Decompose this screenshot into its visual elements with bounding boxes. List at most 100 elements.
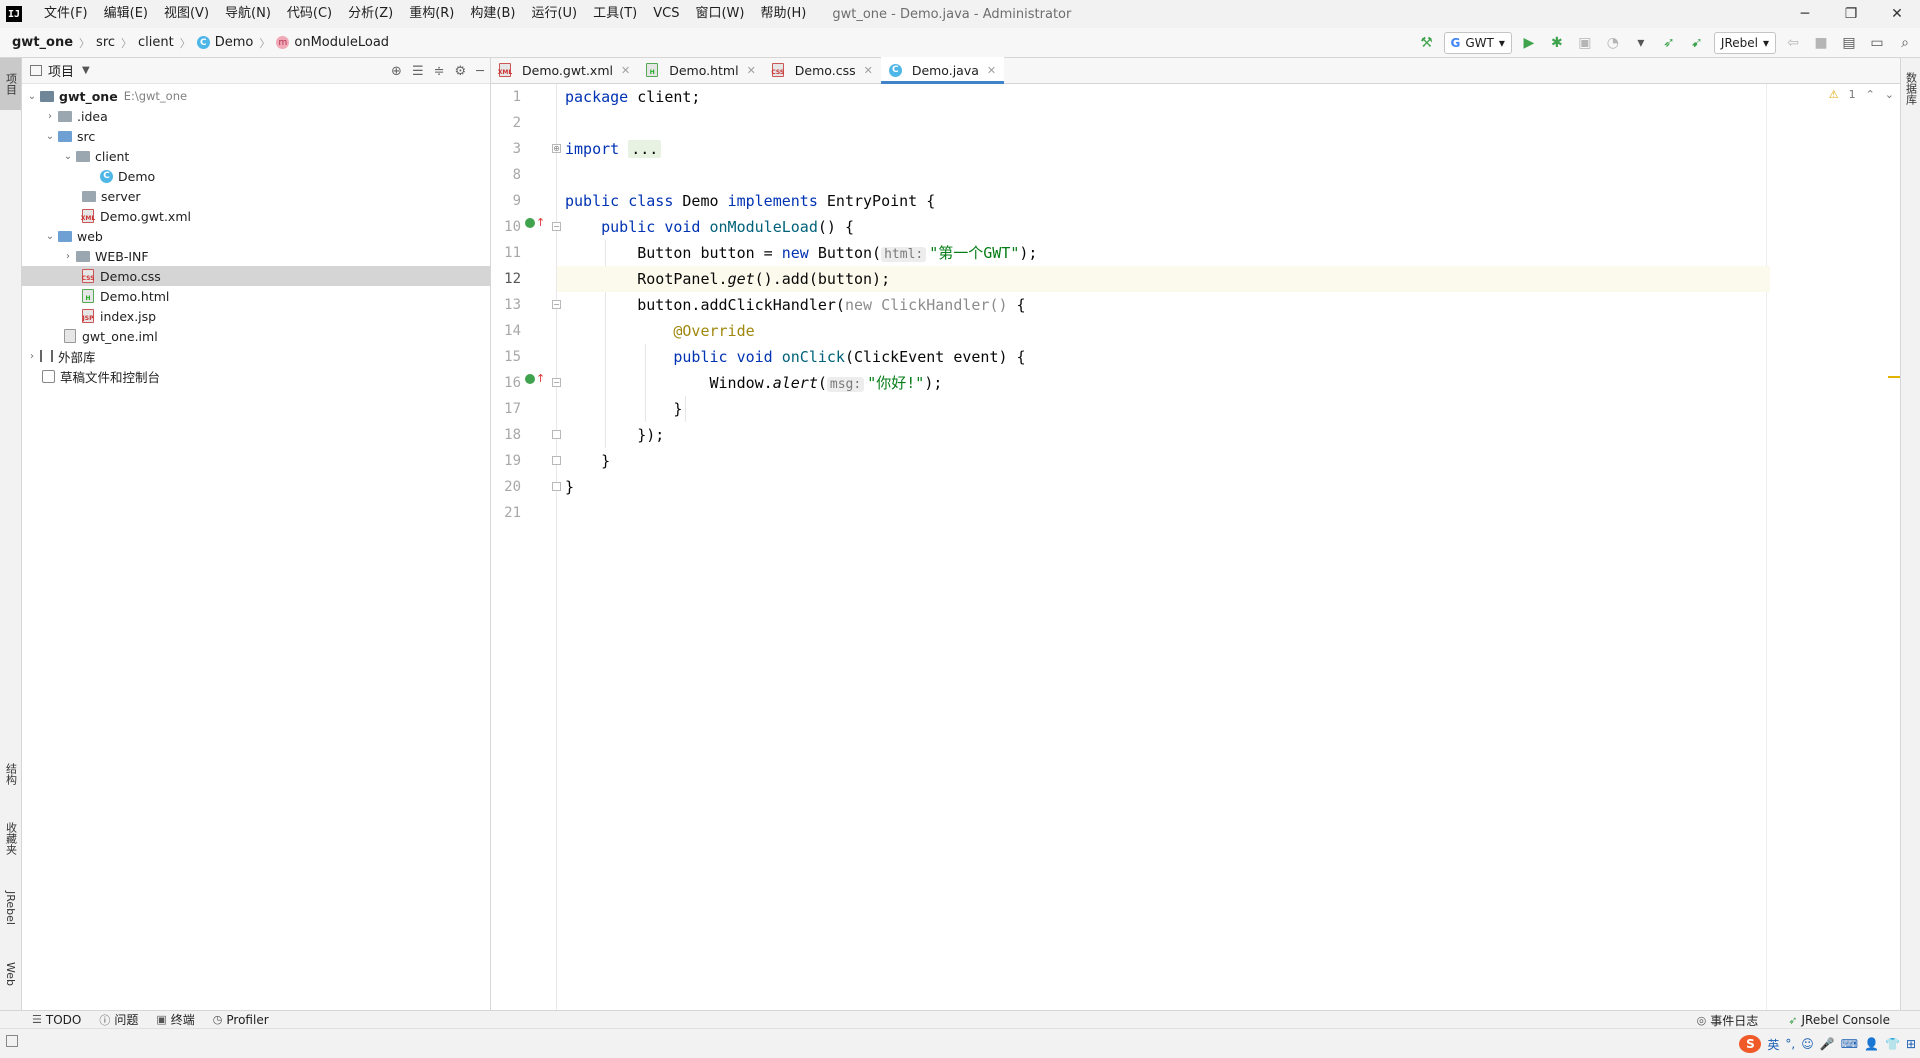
problems-tab[interactable]: ⓘ 问题: [99, 1011, 138, 1028]
breadcrumb-class[interactable]: C Demo: [196, 35, 253, 50]
override-arrow-icon[interactable]: ↑: [536, 217, 545, 229]
implements-marker-icon[interactable]: [525, 374, 535, 384]
event-log-tab[interactable]: ◎ 事件日志: [1697, 1012, 1759, 1029]
tree-item-demo-gwt-xml[interactable]: XML Demo.gwt.xml: [22, 206, 490, 226]
menu-code[interactable]: 代码(C): [279, 0, 340, 28]
close-icon[interactable]: ✕: [747, 64, 756, 77]
menu-help[interactable]: 帮助(H): [752, 0, 814, 28]
chevron-down-icon[interactable]: ▼: [82, 65, 90, 76]
search-icon[interactable]: ⌕: [1894, 32, 1916, 54]
ime-language[interactable]: 英: [1767, 1036, 1779, 1053]
menu-file[interactable]: 文件(F): [36, 0, 96, 28]
code-area[interactable]: package client; import ... public class …: [557, 84, 1770, 1010]
sogou-ime-icon[interactable]: S: [1739, 1035, 1762, 1053]
project-structure-icon[interactable]: ▤: [1838, 32, 1860, 54]
breadcrumb-method[interactable]: m onModuleLoad: [276, 35, 389, 50]
menu-edit[interactable]: 编辑(E): [96, 0, 156, 28]
inspection-widget[interactable]: ⚠ 1 ⌃ ⌄: [1829, 88, 1894, 101]
tab-demo-java[interactable]: C Demo.java ✕: [880, 57, 1005, 84]
expand-all-icon[interactable]: ☰: [412, 64, 424, 79]
tree-item-idea[interactable]: › .idea: [22, 106, 490, 126]
tree-item-index-jsp[interactable]: JSP index.jsp: [22, 306, 490, 326]
menu-analyze[interactable]: 分析(Z): [340, 0, 401, 28]
tree-item-web-inf[interactable]: › WEB-INF: [22, 246, 490, 266]
close-icon[interactable]: ✕: [864, 64, 873, 77]
chevron-down-icon[interactable]: ⌄: [60, 151, 76, 162]
rebuild-icon[interactable]: ⇦: [1782, 32, 1804, 54]
warning-stripe-marker[interactable]: [1888, 376, 1900, 378]
chevron-right-icon[interactable]: ›: [24, 351, 40, 362]
favorites-tool-tab[interactable]: 收藏夹: [0, 810, 21, 866]
tree-item-demo-class[interactable]: C Demo: [22, 166, 490, 186]
tree-item-demo-css[interactable]: CSS Demo.css: [22, 266, 490, 286]
project-panel-title[interactable]: 项目: [48, 61, 74, 80]
user-icon[interactable]: 👤: [1864, 1037, 1879, 1051]
web-tool-tab[interactable]: Web: [0, 950, 21, 998]
punctuation-icon[interactable]: °,: [1785, 1037, 1795, 1051]
tree-item-gwt-one-iml[interactable]: gwt_one.iml: [22, 326, 490, 346]
run-configuration-select[interactable]: G GWT ▾: [1443, 32, 1512, 54]
structure-tool-tab[interactable]: 结构: [0, 750, 21, 798]
menu-run[interactable]: 运行(U): [523, 0, 585, 28]
menu-tools[interactable]: 工具(T): [585, 0, 645, 28]
close-icon[interactable]: ✕: [621, 64, 630, 77]
build-hammer-icon[interactable]: ⚒: [1416, 32, 1438, 54]
hide-icon[interactable]: ─: [476, 64, 484, 79]
restore-button[interactable]: ❐: [1828, 0, 1874, 28]
tab-demo-gwt-xml[interactable]: XML Demo.gwt.xml ✕: [491, 57, 638, 83]
jrebel-select[interactable]: JRebel ▾: [1713, 32, 1776, 54]
menu-navigate[interactable]: 导航(N): [217, 0, 279, 28]
chevron-down-icon[interactable]: ⌄: [24, 91, 40, 102]
menu-build[interactable]: 构建(B): [462, 0, 523, 28]
debug-icon[interactable]: ✱: [1546, 32, 1568, 54]
shirt-icon[interactable]: 👕: [1885, 1037, 1900, 1051]
jrebel-tool-tab[interactable]: JRebel: [0, 880, 21, 936]
tree-item-external-libraries[interactable]: › 外部库: [22, 346, 490, 366]
breadcrumb-project[interactable]: gwt_one: [12, 35, 73, 50]
profile-icon[interactable]: ◔: [1602, 32, 1624, 54]
run-icon[interactable]: ▶: [1518, 32, 1540, 54]
menu-view[interactable]: 视图(V): [156, 0, 217, 28]
stop-icon[interactable]: ■: [1810, 32, 1832, 54]
microphone-icon[interactable]: 🎤: [1820, 1037, 1835, 1051]
chevron-right-icon[interactable]: ›: [42, 111, 58, 122]
chevron-down-icon[interactable]: ⌄: [1885, 88, 1894, 101]
breadcrumb-client[interactable]: client: [138, 35, 174, 50]
menu-window[interactable]: 窗口(W): [687, 0, 752, 28]
tab-demo-html[interactable]: H Demo.html ✕: [638, 57, 764, 83]
menu-vcs[interactable]: VCS: [645, 0, 687, 28]
menu-refactor[interactable]: 重构(R): [401, 0, 462, 28]
tree-item-web[interactable]: ⌄ web: [22, 226, 490, 246]
jrebel-console-tab[interactable]: ➶ JRebel Console: [1788, 1013, 1890, 1027]
database-tool-tab[interactable]: 数据库: [1901, 58, 1920, 118]
gear-icon[interactable]: ⚙: [455, 64, 467, 79]
layout-icon[interactable]: ▭: [1866, 32, 1888, 54]
project-tool-tab[interactable]: 项目: [0, 58, 21, 110]
chevron-right-icon[interactable]: ›: [60, 251, 76, 262]
close-icon[interactable]: ✕: [987, 64, 996, 77]
terminal-tab[interactable]: ▣ 终端: [156, 1011, 194, 1028]
collapse-all-icon[interactable]: ≑: [434, 64, 445, 79]
override-arrow-icon[interactable]: ↑: [536, 373, 545, 385]
jrebel-debug-icon[interactable]: ➹: [1686, 32, 1708, 54]
tree-item-gwt-one[interactable]: ⌄ gwt_one E:\gwt_one: [22, 86, 490, 106]
tree-item-src[interactable]: ⌄ src: [22, 126, 490, 146]
tree-item-server[interactable]: server: [22, 186, 490, 206]
keyboard-icon[interactable]: ⌨: [1841, 1037, 1858, 1051]
tab-demo-css[interactable]: CSS Demo.css ✕: [764, 57, 881, 83]
folded-imports[interactable]: ...: [628, 140, 662, 158]
toggle-tool-windows-icon[interactable]: [6, 1035, 18, 1047]
tree-item-client[interactable]: ⌄ client: [22, 146, 490, 166]
tree-item-scratches[interactable]: 草稿文件和控制台: [22, 366, 490, 386]
emoji-icon[interactable]: ☺: [1801, 1037, 1814, 1051]
chevron-up-icon[interactable]: ⌃: [1866, 88, 1875, 101]
minimize-button[interactable]: ─: [1782, 0, 1828, 28]
implements-marker-icon[interactable]: [525, 218, 535, 228]
profiler-tab[interactable]: ◷ Profiler: [213, 1013, 269, 1027]
todo-tab[interactable]: ☰ TODO: [32, 1013, 81, 1027]
locate-icon[interactable]: ⊕: [391, 64, 402, 79]
coverage-icon[interactable]: ▣: [1574, 32, 1596, 54]
chevron-down-icon[interactable]: ⌄: [42, 231, 58, 242]
tree-item-demo-html[interactable]: H Demo.html: [22, 286, 490, 306]
close-window-button[interactable]: ✕: [1874, 0, 1920, 28]
